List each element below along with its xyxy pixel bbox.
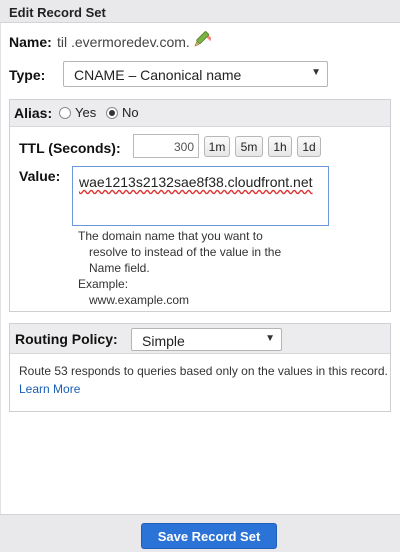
footer-bar: Save Record Set: [0, 514, 400, 552]
left-border: [0, 23, 1, 514]
type-select[interactable]: CNAME – Canonical name ▼: [63, 61, 328, 87]
value-help-line-3: Name field.: [89, 261, 150, 275]
alias-no-label[interactable]: No: [122, 105, 139, 120]
routing-selected-value: Simple: [142, 333, 185, 349]
value-help-line-2: resolve to instead of the value in the: [89, 245, 282, 259]
value-textarea[interactable]: wae1213s2132sae8f38.cloudfront.net: [72, 166, 329, 226]
value-example-value: www.example.com: [89, 293, 190, 307]
value-help-line-1: The domain name that you want to: [78, 229, 263, 243]
panel-title: Edit Record Set: [0, 0, 400, 23]
ttl-1h-button[interactable]: 1h: [268, 136, 292, 157]
ttl-input[interactable]: 300: [133, 134, 199, 158]
learn-more-link[interactable]: Learn More: [19, 382, 80, 396]
ttl-1d-button[interactable]: 1d: [297, 136, 321, 157]
type-selected-value: CNAME – Canonical name: [74, 67, 242, 83]
value-text: wae1213s2132sae8f38.cloudfront.net: [79, 174, 313, 190]
routing-label: Routing Policy:: [15, 331, 118, 347]
value-label: Value:: [19, 168, 61, 184]
alias-yes-label[interactable]: Yes: [75, 105, 96, 120]
alias-no-radio[interactable]: [106, 107, 118, 119]
value-example-label: Example:: [78, 277, 129, 291]
alias-label: Alias:: [14, 105, 53, 121]
save-record-set-button[interactable]: Save Record Set: [141, 523, 277, 549]
ttl-5m-button[interactable]: 5m: [235, 136, 263, 157]
alias-yes-radio[interactable]: [59, 107, 71, 119]
pencil-icon[interactable]: [193, 30, 211, 48]
ttl-1m-button[interactable]: 1m: [204, 136, 230, 157]
chevron-down-icon: ▼: [265, 333, 275, 344]
type-label: Type:: [9, 67, 46, 83]
routing-description: Route 53 responds to queries based only …: [19, 362, 391, 398]
routing-policy-select[interactable]: Simple ▼: [131, 328, 282, 351]
name-label: Name:: [9, 34, 52, 50]
chevron-down-icon: ▼: [311, 67, 321, 78]
ttl-label: TTL (Seconds):: [19, 140, 121, 156]
routing-description-text: Route 53 responds to queries based only …: [19, 364, 388, 378]
name-value: til .evermoredev.com.: [57, 34, 190, 50]
